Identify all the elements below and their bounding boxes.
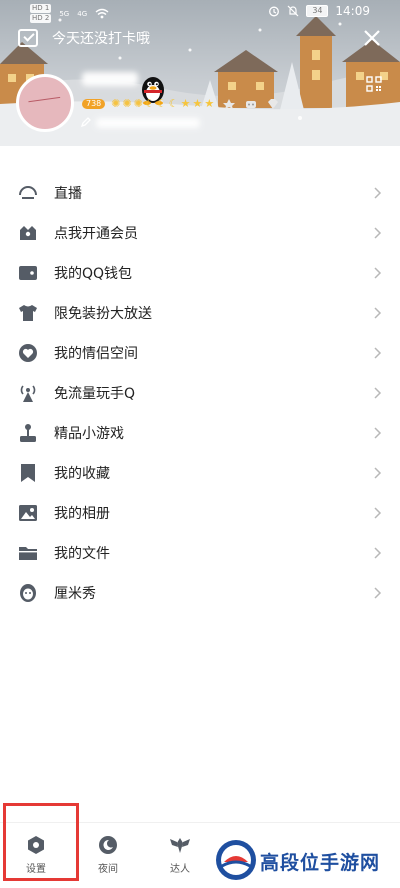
menu-item-label: 直播 <box>54 186 82 202</box>
menu-item-label: 精品小游戏 <box>54 426 124 442</box>
menu-item-label: 我的情侣空间 <box>54 346 138 362</box>
vip-badge: 738 <box>82 99 106 109</box>
chevron-right-icon <box>374 307 382 319</box>
checkin-reminder[interactable]: 今天还没打卡哦 <box>18 28 150 48</box>
site-watermark: 高段位手游网 <box>212 836 400 884</box>
level-star-icon: ★ <box>192 97 203 110</box>
membership-crown-icon <box>20 226 36 240</box>
photo-icon <box>19 505 37 521</box>
bookmark-icon <box>21 464 35 482</box>
menu-item-files[interactable]: 我的文件 <box>0 533 400 573</box>
joystick-icon <box>20 424 36 442</box>
menu-item-membership[interactable]: 点我开通会员 <box>0 213 400 253</box>
menu-item-album[interactable]: 我的相册 <box>0 493 400 533</box>
menu-item-outfit-free[interactable]: 限免装扮大放送 <box>0 293 400 333</box>
network-5g-indicator: 5G <box>59 9 70 18</box>
chevron-right-icon <box>374 507 382 519</box>
drawer-menu-list: 直播 点我开通会员 我的QQ钱包 限免装扮大放送 我的情侣空间 免流量玩手Q 精… <box>0 173 400 613</box>
menu-item-label: 免流量玩手Q <box>54 386 136 402</box>
battery-indicator: 34 <box>306 5 329 17</box>
wallet-icon <box>19 266 37 280</box>
level-sun-icon: ✺ <box>133 97 143 110</box>
level-sun-icon: ✺ <box>122 97 132 110</box>
checkin-calendar-icon <box>18 29 38 47</box>
diamond-badge-icon <box>268 99 279 109</box>
chevron-right-icon <box>374 587 382 599</box>
level-moon-icon: ☾ <box>144 97 155 110</box>
watermark-logo-icon <box>216 840 256 880</box>
profile-header-banner: HD 1 HD 2 5G 4G 34 14:09 今天还没打卡哦 738 ✺ ✺… <box>0 0 400 146</box>
menu-item-favorites[interactable]: 我的收藏 <box>0 453 400 493</box>
folder-icon <box>19 547 37 560</box>
chevron-right-icon <box>374 227 382 239</box>
nickname-redacted[interactable] <box>82 72 138 86</box>
cmshow-face-icon <box>20 584 36 602</box>
network-4g-indicator: 4G <box>77 9 88 18</box>
watermark-text: 高段位手游网 <box>260 852 381 874</box>
settings-highlight-box <box>3 803 79 881</box>
chevron-right-icon <box>374 547 382 559</box>
menu-item-wallet[interactable]: 我的QQ钱包 <box>0 253 400 293</box>
chevron-right-icon <box>374 427 382 439</box>
robot-badge-icon <box>246 101 257 108</box>
level-sun-icon: ✺ <box>111 97 121 110</box>
alarm-icon <box>269 6 280 17</box>
signature-redacted[interactable] <box>96 118 200 128</box>
heart-icon <box>19 344 37 362</box>
achievement-icon <box>223 99 236 109</box>
avatar[interactable] <box>16 74 74 132</box>
night-mode-button[interactable]: 夜间 <box>88 835 128 875</box>
menu-item-label: 我的相册 <box>54 506 110 522</box>
expert-wings-icon <box>170 838 190 853</box>
clock: 14:09 <box>335 4 370 18</box>
menu-item-label: 我的文件 <box>54 546 110 562</box>
qr-code-icon[interactable] <box>366 76 382 92</box>
qq-level-badges[interactable]: 738 ✺ ✺ ✺ ☾ ☾ ☾ ★ ★ ★ <box>82 98 280 110</box>
menu-item-label: 我的QQ钱包 <box>54 266 133 282</box>
level-moon-icon: ☾ <box>156 97 167 110</box>
chevron-right-icon <box>374 387 382 399</box>
chevron-right-icon <box>374 347 382 359</box>
menu-item-couple-space[interactable]: 我的情侣空间 <box>0 333 400 373</box>
menu-item-free-data[interactable]: 免流量玩手Q <box>0 373 400 413</box>
sim2-indicator: HD 2 <box>30 14 52 23</box>
chevron-right-icon <box>374 267 382 279</box>
menu-item-cmshow[interactable]: 厘米秀 <box>0 573 400 613</box>
menu-item-label: 我的收藏 <box>54 466 110 482</box>
live-icon <box>19 186 37 199</box>
shirt-icon <box>19 305 37 321</box>
menu-item-label: 厘米秀 <box>54 586 96 602</box>
close-drawer-button[interactable] <box>360 26 384 50</box>
sim1-indicator: HD 1 <box>30 4 52 13</box>
expert-button[interactable]: 达人 <box>160 835 200 875</box>
menu-item-live[interactable]: 直播 <box>0 173 400 213</box>
menu-item-mini-games[interactable]: 精品小游戏 <box>0 413 400 453</box>
night-moon-icon <box>99 836 117 854</box>
checkin-text: 今天还没打卡哦 <box>52 31 150 47</box>
mute-bell-icon <box>287 5 299 17</box>
menu-item-label: 点我开通会员 <box>54 226 138 242</box>
chevron-right-icon <box>374 187 382 199</box>
level-moon-icon: ☾ <box>168 97 179 110</box>
wifi-icon <box>95 8 109 19</box>
chevron-right-icon <box>374 467 382 479</box>
level-star-icon: ★ <box>204 97 215 110</box>
expert-label: 达人 <box>170 864 190 875</box>
signal-tower-icon <box>20 385 36 402</box>
menu-item-label: 限免装扮大放送 <box>54 306 152 322</box>
night-mode-label: 夜间 <box>98 864 118 875</box>
edit-signature-icon[interactable] <box>80 116 92 128</box>
status-bar: HD 1 HD 2 5G 4G 34 14:09 <box>0 0 400 26</box>
level-star-icon: ★ <box>180 97 191 110</box>
